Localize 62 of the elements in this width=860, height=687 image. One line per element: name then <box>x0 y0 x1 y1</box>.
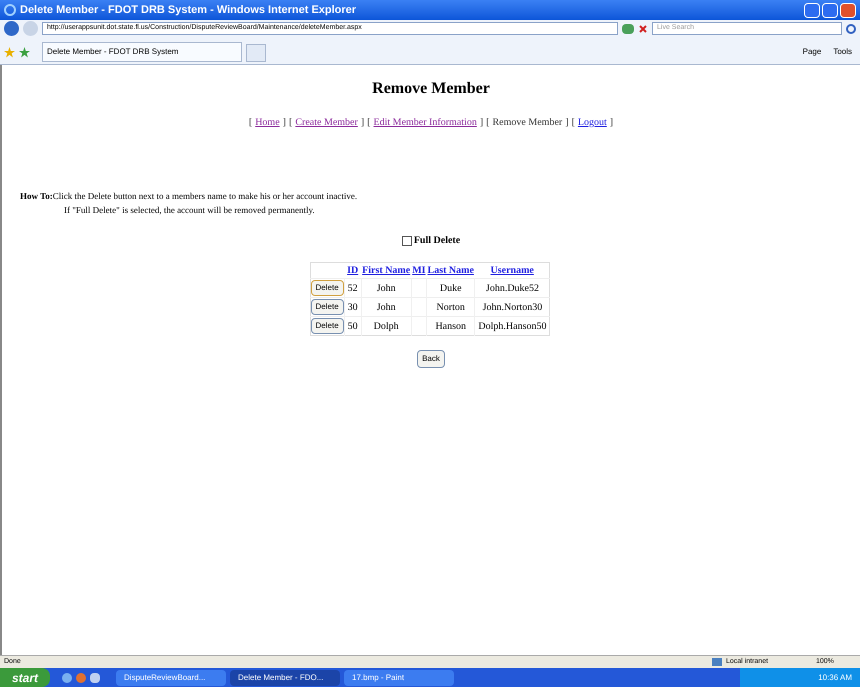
column-header[interactable]: First Name <box>361 262 412 278</box>
table-cell: Dolph.Hanson50 <box>474 316 550 336</box>
clock: 10:36 AM <box>818 672 852 684</box>
howto-label: How To: <box>20 190 53 203</box>
table-cell: 30 <box>344 298 362 316</box>
quick-launch-icon[interactable] <box>90 672 100 682</box>
star-icon[interactable] <box>19 47 30 58</box>
nav-link[interactable]: Edit Member Information <box>374 115 477 130</box>
bracket: ] <box>565 116 569 130</box>
bracket: [ <box>486 116 490 130</box>
taskbar-item[interactable]: DisputeReviewBoard... <box>116 670 226 686</box>
column-header[interactable]: Last Name <box>426 262 475 278</box>
table-cell: John.Norton30 <box>474 298 550 316</box>
bracket: ] <box>610 116 614 130</box>
browser-tab[interactable]: Delete Member - FDOT DRB System <box>42 42 242 62</box>
quick-launch-icon[interactable] <box>62 672 72 682</box>
bracket: [ <box>572 116 575 130</box>
page-heading: Remove Member <box>372 79 490 99</box>
nav-link[interactable]: Create Member <box>295 115 358 130</box>
maximize-button[interactable] <box>822 2 838 18</box>
howto-text: If "Full Delete" is selected, the account will be removed permanently. <box>64 204 316 217</box>
taskbar-item[interactable]: Delete Member - FDO... <box>230 670 340 686</box>
column-header[interactable]: Username <box>474 262 550 278</box>
command-button[interactable]: Page <box>798 46 826 58</box>
nav-current: Remove Member <box>492 116 562 130</box>
minimize-button[interactable] <box>804 2 820 18</box>
checkbox-label: Full Delete <box>414 234 460 248</box>
column-header[interactable]: MI <box>411 262 427 278</box>
nav-link[interactable]: Home <box>255 115 280 130</box>
table-cell: Dolph <box>361 316 412 336</box>
column-header[interactable]: ID <box>344 262 362 278</box>
search-icon[interactable] <box>846 24 856 34</box>
window-title: Delete Member - FDOT DRB System - Windows Internet Explorer <box>20 2 358 18</box>
delete-button[interactable]: Delete <box>310 318 344 334</box>
start-button[interactable]: start <box>0 668 50 687</box>
delete-button[interactable]: Delete <box>310 299 344 315</box>
bracket: [ <box>289 116 292 130</box>
table-cell: John <box>361 298 412 316</box>
bracket: ] <box>360 116 364 130</box>
table-cell: Norton <box>426 298 475 316</box>
table-cell: John.Duke52 <box>474 278 550 298</box>
table-cell: Duke <box>426 278 475 298</box>
table-cell: 50 <box>344 316 362 336</box>
nav-link[interactable]: Logout <box>578 115 607 130</box>
stop-icon[interactable] <box>638 24 648 34</box>
table-cell: Hanson <box>426 316 475 336</box>
full-delete-checkbox[interactable] <box>402 236 412 246</box>
bracket: [ <box>248 116 252 130</box>
bracket: [ <box>367 116 371 130</box>
table-cell: John <box>361 278 412 298</box>
close-button[interactable] <box>840 2 856 18</box>
table-cell: 52 <box>344 278 362 298</box>
howto-text: Click the Delete button next to a members name to make his or her account inactive. <box>52 190 358 203</box>
bracket: ] <box>282 116 286 130</box>
back-nav-button[interactable] <box>4 21 19 36</box>
bracket: ] <box>480 116 484 130</box>
taskbar-item[interactable]: 17.bmp - Paint <box>344 670 454 686</box>
zone-icon <box>712 658 722 666</box>
command-button[interactable]: Tools <box>829 46 856 58</box>
star-icon[interactable] <box>4 47 15 58</box>
delete-button[interactable]: Delete <box>310 280 344 296</box>
back-button[interactable]: Back <box>417 350 445 368</box>
